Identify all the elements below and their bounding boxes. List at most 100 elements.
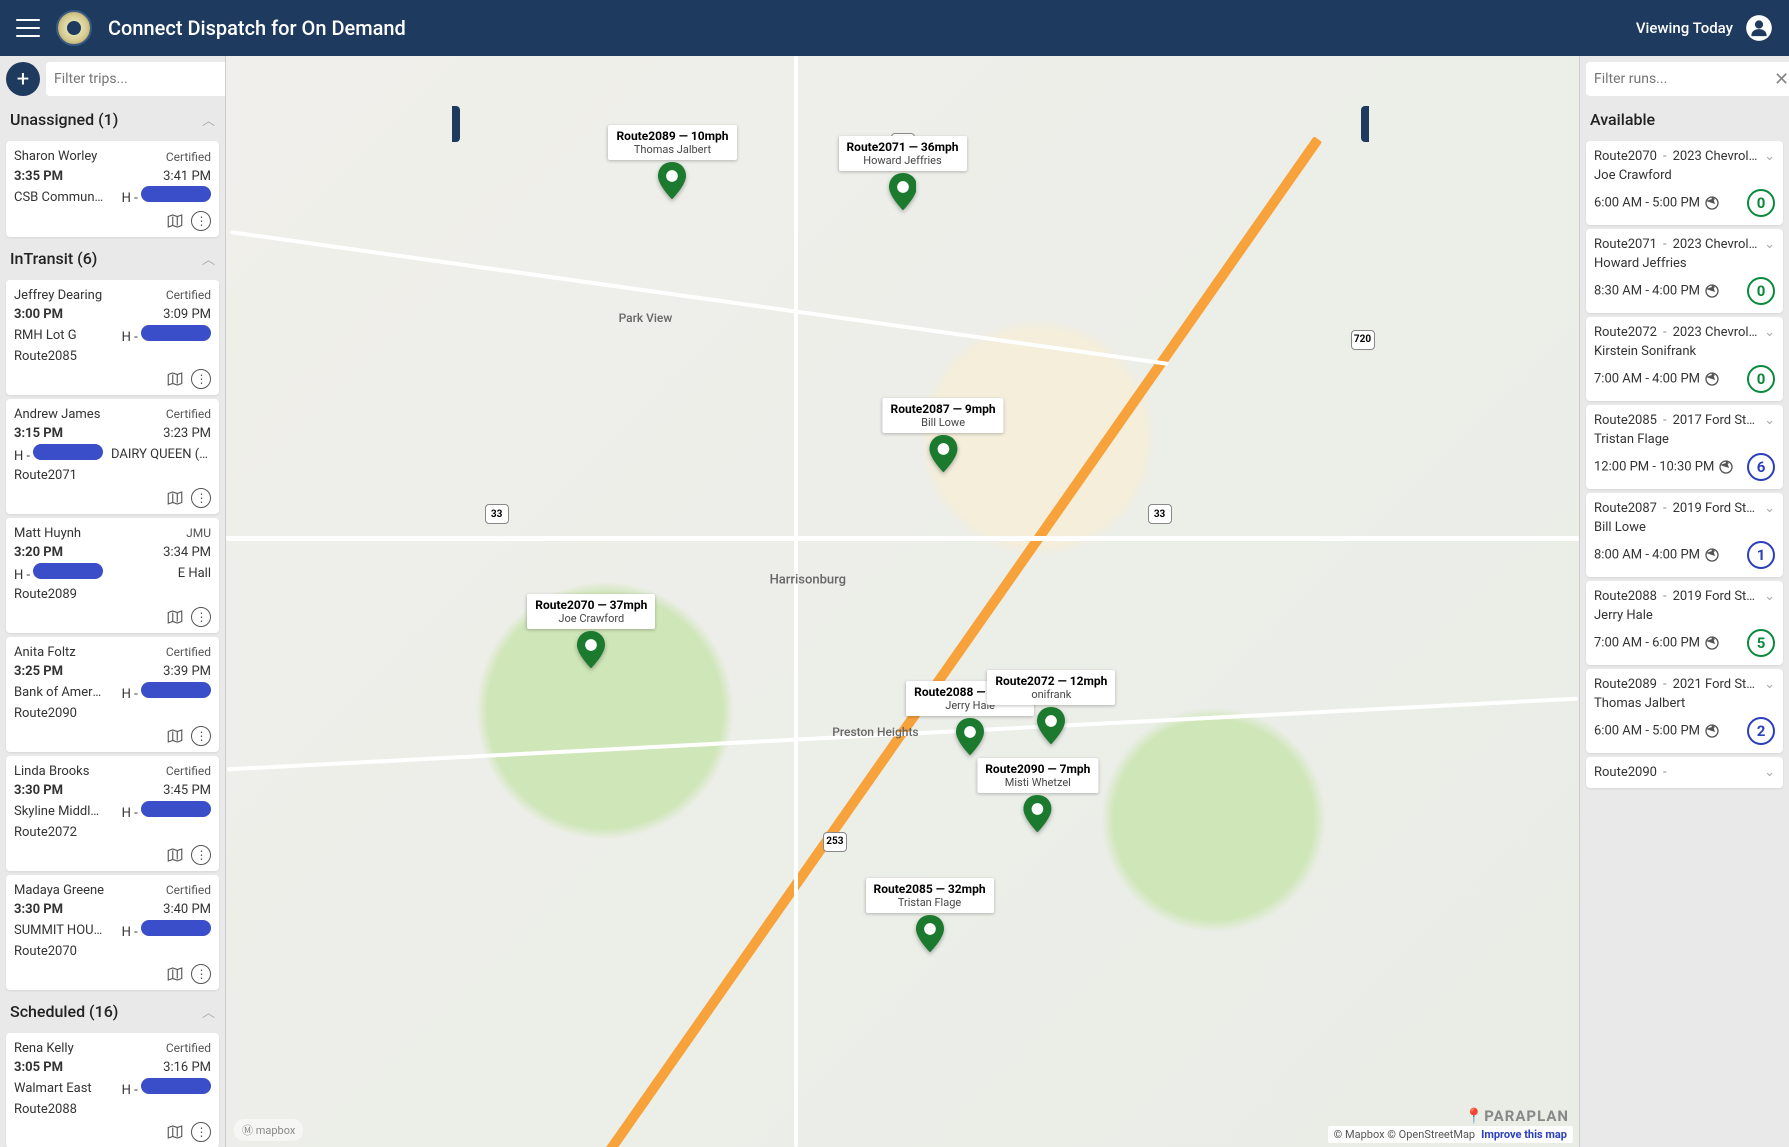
run-card[interactable]: Route2089-2021 Ford Starcraft E-450⌄Thom…: [1586, 669, 1783, 753]
trips-section-header[interactable]: Unassigned (1) ︿: [0, 102, 225, 137]
road: [794, 56, 798, 1147]
trips-list[interactable]: Unassigned (1)︿Sharon WorleyCertified3:3…: [0, 102, 225, 1147]
trip-dropoff-time: 3:40 PM: [163, 900, 211, 920]
runs-filter-input[interactable]: [1594, 71, 1772, 87]
more-icon[interactable]: ⋮: [191, 211, 211, 231]
run-card[interactable]: Route2088-2019 Ford Starcraft E-450⌄Jerr…: [1586, 581, 1783, 665]
runs-list[interactable]: Route2070-2023 Chevrolet ARBOC⌄Joe Crawf…: [1580, 137, 1789, 1147]
menu-icon[interactable]: [16, 16, 40, 40]
trip-origin: Bank of America...: [14, 683, 104, 703]
run-driver: Bill Lowe: [1594, 520, 1775, 535]
run-id: Route2072: [1594, 325, 1657, 340]
more-icon[interactable]: ⋮: [191, 607, 211, 627]
run-vehicle: 2017 Ford Starcraft E450: [1673, 413, 1761, 428]
trip-pickup-time: 3:25 PM: [14, 662, 63, 682]
trip-card[interactable]: Andrew JamesCertified3:15 PM3:23 PMH - D…: [6, 399, 219, 514]
runs-section-header[interactable]: Available: [1580, 102, 1789, 137]
run-id: Route2070: [1594, 149, 1657, 164]
trips-filter-wrap: ✕: [46, 62, 226, 96]
trip-card[interactable]: Linda BrooksCertified3:30 PM3:45 PMSkyli…: [6, 756, 219, 871]
map-attribution: © Mapbox © OpenStreetMapImprove this map: [1328, 1126, 1573, 1143]
map-icon[interactable]: [165, 726, 185, 746]
more-icon[interactable]: ⋮: [191, 488, 211, 508]
more-icon[interactable]: ⋮: [191, 726, 211, 746]
run-id: Route2071: [1594, 237, 1657, 252]
collapse-left-tab[interactable]: [452, 106, 460, 142]
trip-dropoff-time: 3:09 PM: [163, 305, 211, 325]
trip-count-badge: 2: [1747, 717, 1775, 745]
trips-filter-input[interactable]: [54, 71, 226, 87]
trip-name: Andrew James: [14, 405, 100, 425]
run-vehicle: 2021 Ford Starcraft E-450: [1673, 677, 1761, 692]
map-icon[interactable]: [165, 964, 185, 984]
run-driver: Tristan Flage: [1594, 432, 1775, 447]
more-icon[interactable]: ⋮: [191, 845, 211, 865]
trip-dropoff-time: 3:34 PM: [163, 543, 211, 563]
run-card[interactable]: Route2072-2023 Chevrolet ARBOC⌄Kirstein …: [1586, 317, 1783, 401]
trip-route: Route2071: [14, 466, 77, 486]
trip-destination: H -: [122, 186, 211, 209]
trip-origin: SUMMIT HOUSE: [14, 921, 104, 941]
clear-icon[interactable]: ✕: [1772, 69, 1789, 90]
more-icon[interactable]: ⋮: [191, 369, 211, 389]
chevron-down-icon: ⌄: [1764, 237, 1775, 252]
trip-cert: Certified: [166, 148, 211, 166]
viewing-label[interactable]: Viewing Today: [1636, 19, 1733, 37]
runs-section-title: Available: [1590, 110, 1655, 129]
trip-pickup-time: 3:05 PM: [14, 1058, 63, 1078]
trips-section-header[interactable]: Scheduled (16)︿: [0, 994, 225, 1029]
account-icon[interactable]: [1745, 14, 1773, 42]
map-icon[interactable]: [165, 845, 185, 865]
chevron-down-icon: ⌄: [1764, 589, 1775, 604]
run-time: 12:00 PM - 10:30 PM: [1594, 459, 1734, 475]
trip-pickup-time: 3:35 PM: [14, 167, 63, 187]
trips-section-header[interactable]: InTransit (6)︿: [0, 241, 225, 276]
improve-map-link[interactable]: Improve this map: [1481, 1128, 1567, 1141]
more-icon[interactable]: ⋮: [191, 964, 211, 984]
run-card[interactable]: Route2085-2017 Ford Starcraft E450⌄Trist…: [1586, 405, 1783, 489]
trip-card[interactable]: Jeffrey DearingCertified3:00 PM3:09 PMRM…: [6, 280, 219, 395]
trip-count-badge: 1: [1747, 541, 1775, 569]
run-card[interactable]: Route2070-2023 Chevrolet ARBOC⌄Joe Crawf…: [1586, 141, 1783, 225]
run-driver: Thomas Jalbert: [1594, 696, 1775, 711]
chevron-down-icon: ⌄: [1764, 149, 1775, 164]
app-logo: [56, 10, 92, 46]
map[interactable]: Harrisonburg Park View Preston Heights 3…: [226, 56, 1579, 1147]
trip-dropoff-time: 3:39 PM: [163, 662, 211, 682]
map-icon[interactable]: [165, 607, 185, 627]
run-id: Route2088: [1594, 589, 1657, 604]
run-card[interactable]: Route2087-2019 Ford Starcraft E-450⌄Bill…: [1586, 493, 1783, 577]
trip-count-badge: 0: [1747, 189, 1775, 217]
trip-count-badge: 6: [1747, 453, 1775, 481]
run-vehicle: 2019 Ford Starcraft E-450: [1673, 589, 1761, 604]
run-id: Route2089: [1594, 677, 1657, 692]
run-id: Route2087: [1594, 501, 1657, 516]
map-icon[interactable]: [165, 369, 185, 389]
route-shield: 763: [891, 133, 915, 153]
add-trip-button[interactable]: +: [6, 62, 40, 96]
run-vehicle: 2019 Ford Starcraft E-450: [1673, 501, 1761, 516]
map-icon[interactable]: [165, 1122, 185, 1142]
trip-card[interactable]: Rena KellyCertified3:05 PM3:16 PMWalmart…: [6, 1033, 219, 1147]
run-time: 7:00 AM - 4:00 PM: [1594, 371, 1720, 387]
trip-card[interactable]: Sharon WorleyCertified3:35 PM3:41 PMCSB …: [6, 141, 219, 237]
run-card[interactable]: Route2090-⌄: [1586, 757, 1783, 788]
section-title: Unassigned (1): [10, 110, 118, 129]
trip-count-badge: 5: [1747, 629, 1775, 657]
run-id: Route2090: [1594, 765, 1657, 780]
trip-card[interactable]: Anita FoltzCertified3:25 PM3:39 PMBank o…: [6, 637, 219, 752]
trip-card[interactable]: Matt HuynhJMU3:20 PM3:34 PMH - E HallRou…: [6, 518, 219, 633]
chevron-down-icon: ⌄: [1764, 501, 1775, 516]
run-card[interactable]: Route2071-2023 Chevrolet ARBOC⌄Howard Je…: [1586, 229, 1783, 313]
map-icon[interactable]: [165, 488, 185, 508]
trip-card[interactable]: Madaya GreeneCertified3:30 PM3:40 PMSUMM…: [6, 875, 219, 990]
map-icon[interactable]: [165, 211, 185, 231]
chevron-up-icon: ︿: [202, 110, 215, 129]
map-canvas: [226, 56, 1579, 1147]
run-time: 6:00 AM - 5:00 PM: [1594, 723, 1720, 739]
collapse-right-tab[interactable]: [1361, 106, 1369, 142]
run-driver: Kirstein Sonifrank: [1594, 344, 1775, 359]
more-icon[interactable]: ⋮: [191, 1122, 211, 1142]
trip-name: Jeffrey Dearing: [14, 286, 102, 306]
trip-route: Route2090: [14, 704, 77, 724]
